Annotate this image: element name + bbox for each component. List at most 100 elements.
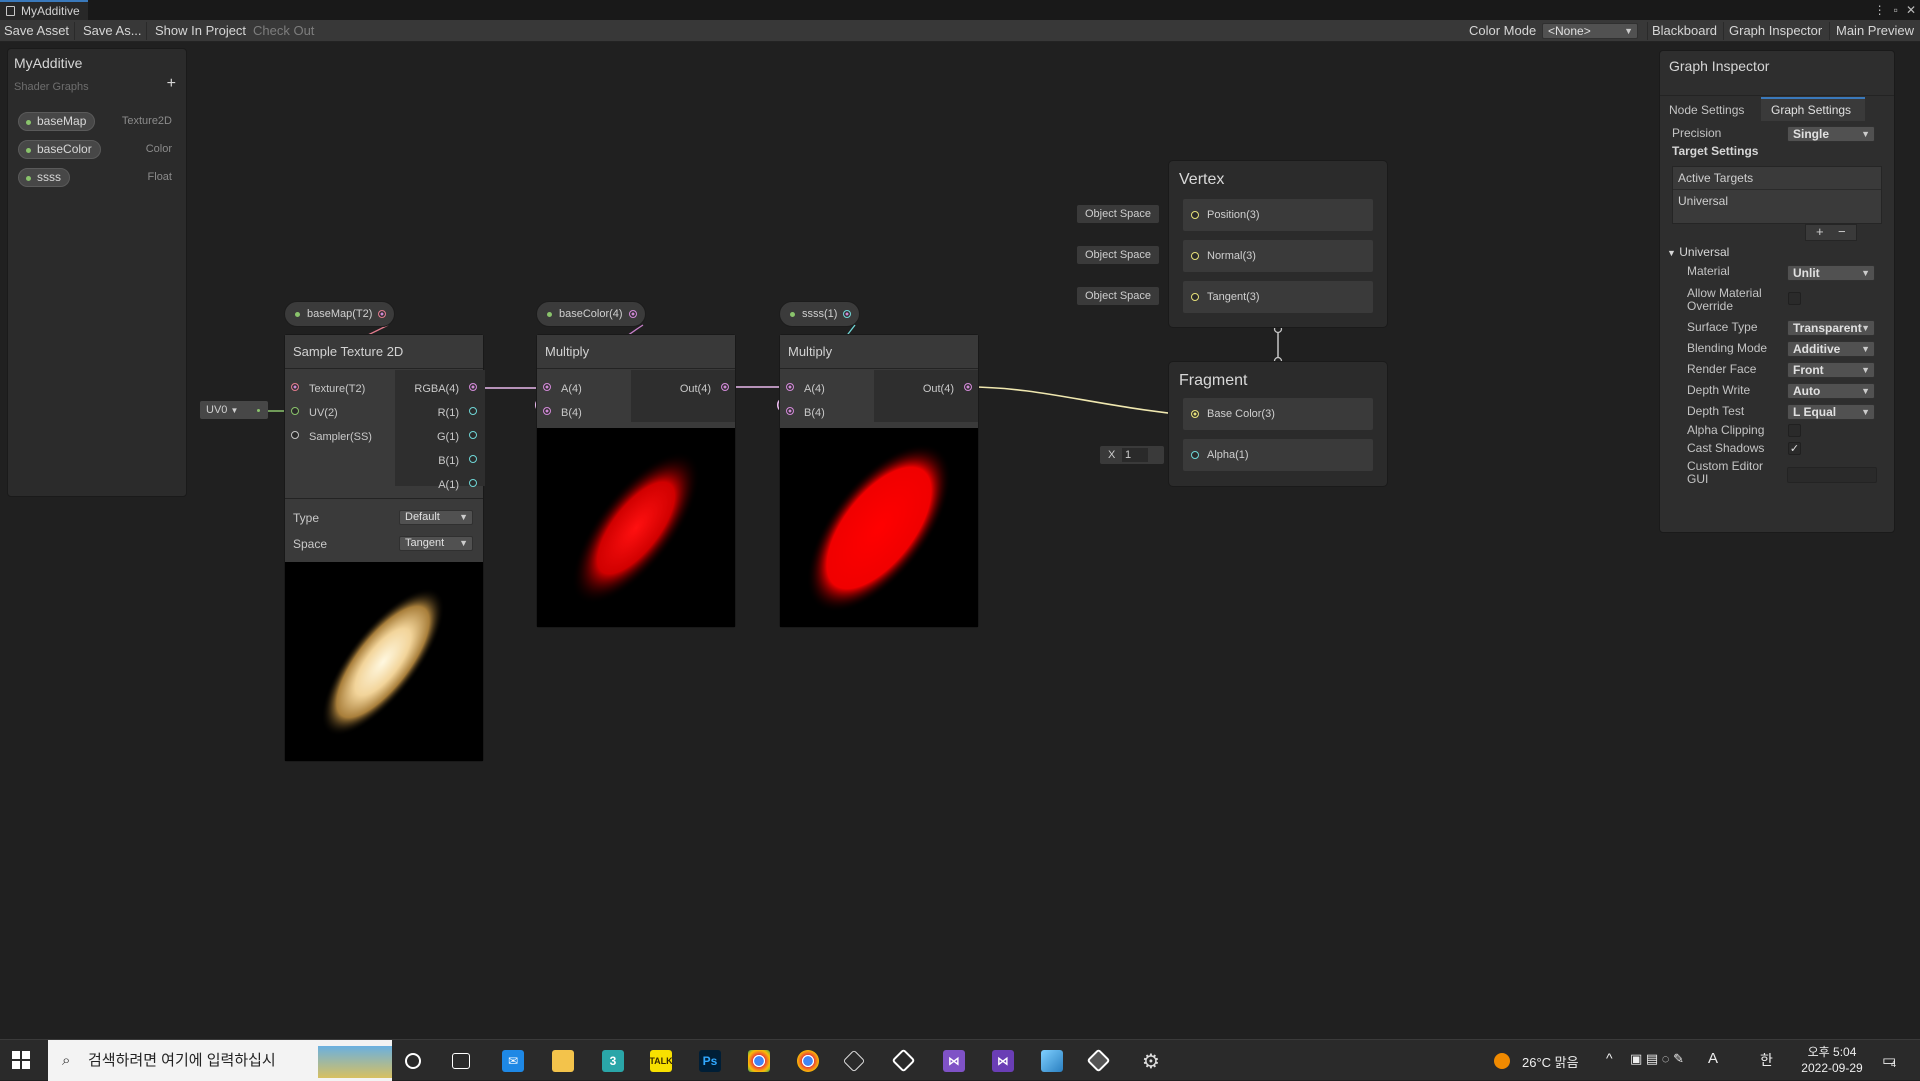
property-basecolor[interactable]: baseColor <box>18 140 101 159</box>
multiply-node-1[interactable]: Multiply A(4) B(4) Out(4) <box>536 334 736 628</box>
alpha-clipping-checkbox[interactable] <box>1788 424 1801 437</box>
input-port[interactable] <box>1191 252 1199 260</box>
property-node-basecolor[interactable]: baseColor(4) <box>536 301 646 327</box>
clock-date[interactable]: 2022-09-29 <box>1796 1061 1868 1075</box>
property-node-ssss[interactable]: ssss(1) <box>779 301 861 327</box>
allow-material-override-checkbox[interactable] <box>1788 292 1801 305</box>
task-view-icon[interactable] <box>452 1053 470 1069</box>
visual-studio-2-icon[interactable]: ⋈ <box>992 1050 1014 1072</box>
input-port[interactable] <box>1191 293 1199 301</box>
color-mode-dropdown[interactable]: <None> ▼ <box>1542 23 1638 39</box>
a-output-port[interactable] <box>469 479 477 487</box>
window-tab[interactable]: MyAdditive <box>0 0 88 20</box>
output-port[interactable] <box>843 310 852 318</box>
graph-inspector-toggle[interactable]: Graph Inspector <box>1725 20 1826 42</box>
tray-icons[interactable]: ▣ ▤ ◌ ✎ <box>1630 1051 1684 1067</box>
blending-mode-dropdown[interactable]: Additive ▼ <box>1787 341 1875 357</box>
check-out-button[interactable]: Check Out <box>249 20 318 42</box>
alpha-value-input[interactable]: 1 <box>1122 448 1148 462</box>
chrome-icon[interactable] <box>748 1050 770 1072</box>
unity-active-icon[interactable] <box>1086 1048 1111 1073</box>
ime-hangul-icon[interactable]: 한 <box>1760 1050 1773 1070</box>
chevron-up-icon[interactable]: ^ <box>1606 1050 1613 1066</box>
windows-start-icon[interactable] <box>12 1051 30 1069</box>
file-explorer-icon[interactable] <box>552 1050 574 1072</box>
input-port[interactable] <box>1191 451 1199 459</box>
maximize-icon[interactable]: ▫ <box>1894 3 1898 17</box>
fragment-context[interactable]: Fragment Base Color(3) Alpha(1) <box>1168 361 1388 487</box>
uv-input-port[interactable] <box>291 407 299 415</box>
uv-channel-dropdown[interactable]: UV0 ▼ <box>200 401 268 419</box>
tab-node-settings[interactable]: Node Settings <box>1669 103 1744 117</box>
tangent-default-value[interactable]: Object Space <box>1077 287 1160 305</box>
b-output-port[interactable] <box>469 455 477 463</box>
type-dropdown[interactable]: Default ▼ <box>399 510 473 525</box>
vertex-block-tangent[interactable]: Tangent(3) <box>1183 281 1373 313</box>
remove-target-button[interactable]: − <box>1838 224 1846 239</box>
unity-editor-icon[interactable] <box>891 1048 916 1073</box>
depth-test-dropdown[interactable]: L Equal ▼ <box>1787 404 1875 420</box>
sampler-input-port[interactable] <box>291 431 299 439</box>
output-port[interactable] <box>628 310 637 318</box>
vertex-block-normal[interactable]: Normal(3) <box>1183 240 1373 272</box>
kakaotalk-icon[interactable]: TALK <box>649 1050 673 1072</box>
input-port[interactable] <box>1191 410 1199 418</box>
rgba-output-port[interactable] <box>469 383 477 391</box>
surface-type-dropdown[interactable]: Transparent ▼ <box>1787 320 1875 336</box>
mail-app-icon[interactable]: ✉ <box>502 1050 524 1072</box>
position-default-value[interactable]: Object Space <box>1077 205 1160 223</box>
cast-shadows-checkbox[interactable]: ✓ <box>1788 442 1801 455</box>
more-options-icon[interactable]: ⋮ <box>1874 3 1886 17</box>
property-ssss[interactable]: ssss <box>18 168 70 187</box>
a-input-port[interactable] <box>543 383 551 391</box>
visual-studio-icon[interactable]: ⋈ <box>943 1050 965 1072</box>
out-port[interactable] <box>721 383 729 391</box>
out-port[interactable] <box>964 383 972 391</box>
weather-text[interactable]: 26°C 맑음 <box>1522 1052 1579 1071</box>
property-basemap[interactable]: baseMap <box>18 112 96 131</box>
fragment-block-base-color[interactable]: Base Color(3) <box>1183 398 1373 430</box>
app-pen-icon[interactable] <box>1041 1050 1063 1072</box>
b-input-port[interactable] <box>786 407 794 415</box>
space-dropdown[interactable]: Tangent ▼ <box>399 536 473 551</box>
custom-editor-gui-field[interactable] <box>1787 467 1877 483</box>
ime-mode-icon[interactable]: A <box>1708 1050 1718 1067</box>
vertex-block-position[interactable]: Position(3) <box>1183 199 1373 231</box>
add-target-button[interactable]: + <box>1816 224 1824 239</box>
taskbar-search-box[interactable]: ⌕ 검색하려면 여기에 입력하십시 <box>48 1040 392 1081</box>
settings-gear-icon[interactable]: ⚙ <box>1140 1050 1162 1073</box>
precision-dropdown[interactable]: Single ▼ <box>1787 126 1875 142</box>
alpha-default-field[interactable]: X 1 <box>1100 446 1164 464</box>
add-property-button[interactable]: + <box>167 75 176 93</box>
sample-texture-node[interactable]: Sample Texture 2D Texture(T2) UV(2) Samp… <box>284 334 485 762</box>
blackboard-toggle[interactable]: Blackboard <box>1648 20 1721 42</box>
chrome-profile-icon[interactable] <box>797 1050 819 1072</box>
tab-graph-settings[interactable]: Graph Settings <box>1771 103 1851 117</box>
render-face-dropdown[interactable]: Front ▼ <box>1787 362 1875 378</box>
vertex-context[interactable]: Vertex Position(3) Normal(3) Tangent(3) <box>1168 160 1388 328</box>
notification-center-icon[interactable]: ▭ 4 <box>1882 1051 1896 1069</box>
multiply-node-2[interactable]: Multiply A(4) B(4) Out(4) <box>779 334 979 628</box>
app-3-icon[interactable]: 3 <box>602 1050 624 1072</box>
save-asset-button[interactable]: Save Asset <box>0 20 73 42</box>
normal-default-value[interactable]: Object Space <box>1077 246 1160 264</box>
material-dropdown[interactable]: Unlit ▼ <box>1787 265 1875 281</box>
r-output-port[interactable] <box>469 407 477 415</box>
close-icon[interactable]: ✕ <box>1906 3 1916 17</box>
target-item-universal[interactable]: Universal <box>1678 194 1728 208</box>
g-output-port[interactable] <box>469 431 477 439</box>
clock-time[interactable]: 오후 5:04 <box>1800 1043 1864 1060</box>
fragment-block-alpha[interactable]: Alpha(1) <box>1183 439 1373 471</box>
depth-write-dropdown[interactable]: Auto ▼ <box>1787 383 1875 399</box>
property-node-basemap[interactable]: baseMap(T2) <box>284 301 396 327</box>
cortana-icon[interactable] <box>405 1053 421 1069</box>
save-as-button[interactable]: Save As... <box>79 20 146 42</box>
universal-section-header[interactable]: ▼ Universal <box>1667 246 1729 260</box>
b-input-port[interactable] <box>543 407 551 415</box>
main-preview-toggle[interactable]: Main Preview <box>1832 20 1918 42</box>
texture-input-port[interactable] <box>291 383 299 391</box>
output-port[interactable] <box>378 310 387 318</box>
unity-hub-icon[interactable] <box>842 1049 866 1073</box>
a-input-port[interactable] <box>786 383 794 391</box>
input-port[interactable] <box>1191 211 1199 219</box>
